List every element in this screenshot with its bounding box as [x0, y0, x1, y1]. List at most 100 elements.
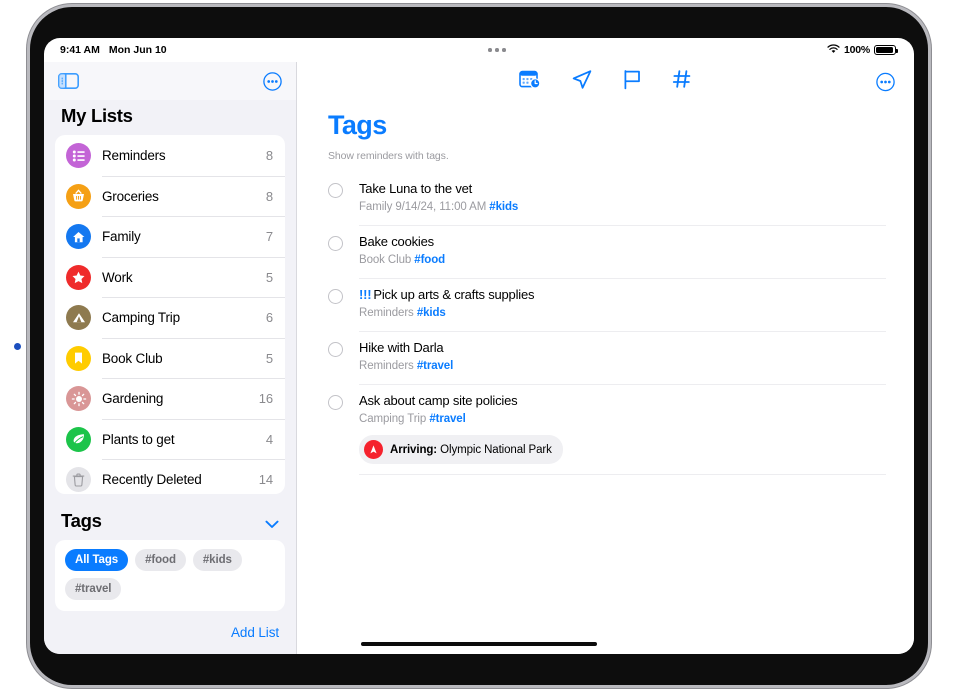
location-pin-icon	[364, 440, 383, 459]
home-indicator[interactable]	[361, 641, 597, 646]
sidebar-item-family[interactable]: Family 7	[55, 216, 285, 257]
reminder-tag[interactable]: #travel	[429, 413, 465, 425]
reminder-row[interactable]: Hike with Darla Reminders #travel	[328, 331, 886, 384]
sidebar-item-count: 14	[258, 472, 273, 488]
sidebar-item-groceries[interactable]: Groceries 8	[55, 175, 285, 217]
reminder-title: Ask about camp site policies	[359, 393, 518, 408]
reminder-tag[interactable]: #travel	[417, 360, 453, 372]
status-time: 9:41 AM	[60, 44, 100, 56]
reminder-meta: Book Club #food	[359, 253, 886, 268]
sidebar-item-label: Plants to get	[102, 431, 175, 447]
sidebar-item-label: Family	[102, 229, 141, 245]
wifi-icon	[827, 44, 840, 57]
camera-indicator-dot	[14, 343, 21, 350]
my-lists-heading: My Lists	[61, 105, 133, 127]
sidebar-item-label: Camping Trip	[102, 310, 180, 326]
reminder-row[interactable]: Ask about camp site policies Camping Tri…	[328, 384, 886, 474]
reminder-checkbox[interactable]	[328, 395, 343, 410]
bookmark-icon	[66, 345, 91, 371]
reminder-priority-marker: !!!	[359, 287, 372, 302]
sidebar-item-book-club[interactable]: Book Club 5	[55, 337, 285, 379]
sidebar-item-label: Reminders	[102, 148, 166, 164]
sidebar-more-button[interactable]	[263, 71, 282, 91]
reminder-title: Hike with Darla	[359, 340, 444, 355]
sidebar-item-count: 16	[258, 391, 273, 407]
sidebar-item-plants-to-get[interactable]: Plants to get 4	[55, 418, 285, 460]
reminder-checkbox[interactable]	[328, 236, 343, 251]
tags-card: All Tags #food #kids #travel	[55, 539, 285, 611]
tag-chip-kids[interactable]: #kids	[192, 548, 242, 571]
scheduled-calendar-icon[interactable]	[519, 69, 541, 94]
sidebar-item-count: 5	[265, 269, 273, 285]
reminder-list-name: Book Club	[359, 254, 412, 266]
sidebar-item-count: 8	[265, 148, 273, 164]
status-bar-right: 100%	[827, 44, 914, 57]
reminder-row[interactable]: Bake cookies Book Club #food	[328, 225, 886, 278]
flag-icon[interactable]	[623, 69, 642, 95]
sidebar-item-gardening[interactable]: Gardening 16	[55, 378, 285, 419]
tags-section-header[interactable]: Tags	[44, 494, 296, 540]
sidebar-toolbar	[44, 62, 296, 101]
reminder-body: !!! Pick up arts & crafts supplies Remind…	[359, 287, 886, 321]
sidebar-item-recently-deleted[interactable]: Recently Deleted 14	[55, 459, 285, 493]
sun-icon	[66, 386, 91, 412]
reminder-checkbox[interactable]	[328, 183, 343, 198]
reminder-body: Take Luna to the vet Family 9/14/24, 11:…	[359, 181, 886, 215]
tag-chip-travel[interactable]: #travel	[65, 577, 122, 600]
reminder-body: Hike with Darla Reminders #travel	[359, 340, 886, 374]
app-body: My Lists Reminders 8 Groceries 8 Family …	[44, 62, 914, 654]
reminder-row[interactable]: Take Luna to the vet Family 9/14/24, 11:…	[328, 172, 886, 225]
lists-card: Reminders 8 Groceries 8 Family 7 Work 5 …	[55, 135, 285, 494]
add-list-button[interactable]: Add List	[231, 625, 279, 640]
multitasking-dots-icon[interactable]	[488, 48, 506, 52]
page-title: Tags	[328, 110, 387, 140]
page-subtitle: Show reminders with tags.	[328, 150, 449, 162]
battery-icon	[874, 44, 899, 56]
tags-heading: Tags	[61, 509, 102, 531]
sidebar-item-count: 4	[265, 431, 273, 447]
reminder-row[interactable]: !!! Pick up arts & crafts supplies Remind…	[328, 278, 886, 331]
reminder-meta: Family 9/14/24, 11:00 AM #kids	[359, 200, 886, 215]
reminder-meta: Reminders #kids	[359, 306, 886, 321]
tent-icon	[66, 305, 91, 331]
reminder-list-name: Family	[359, 201, 393, 213]
sidebar-item-count: 8	[265, 188, 273, 204]
reminder-title: !!! Pick up arts & crafts supplies	[359, 287, 886, 303]
leaf-icon	[66, 426, 91, 452]
sidebar-item-work[interactable]: Work 5	[55, 256, 285, 298]
sidebar-item-reminders[interactable]: Reminders 8	[55, 135, 285, 176]
location-alert-label: Arriving:	[390, 443, 438, 456]
sidebar-item-label: Work	[102, 269, 133, 285]
reminder-title-text: Pick up arts & crafts supplies	[373, 287, 535, 302]
reminder-list-name: Camping Trip	[359, 413, 427, 425]
smart-list-icons	[519, 69, 692, 95]
basket-icon	[66, 183, 91, 209]
sidebar-toggle-icon[interactable]	[58, 73, 79, 90]
status-bar-left: 9:41 AM Mon Jun 10	[44, 44, 167, 56]
tag-chip-food[interactable]: #food	[135, 548, 186, 571]
location-alert-value: Olympic National Park	[440, 443, 552, 456]
reminder-title: Take Luna to the vet	[359, 181, 473, 196]
house-icon	[66, 224, 91, 250]
star-icon	[66, 264, 91, 290]
sidebar-item-label: Gardening	[102, 391, 164, 407]
sidebar-item-label: Recently Deleted	[102, 472, 202, 488]
main-more-button[interactable]	[876, 72, 895, 91]
sidebar-item-camping-trip[interactable]: Camping Trip 6	[55, 297, 285, 338]
ipad-device-frame: 9:41 AM Mon Jun 10 100% My Lists Reminde…	[14, 7, 928, 685]
chevron-down-icon[interactable]	[265, 516, 279, 529]
trash-icon	[66, 467, 91, 493]
reminder-checkbox[interactable]	[328, 342, 343, 357]
reminder-tag[interactable]: #food	[414, 254, 445, 266]
reminder-tag[interactable]: #kids	[489, 201, 518, 213]
location-arrow-icon[interactable]	[571, 69, 593, 95]
location-alert-badge[interactable]: Arriving: Olympic National Park	[359, 435, 563, 464]
reminder-tag[interactable]: #kids	[417, 307, 446, 319]
hashtag-icon[interactable]	[672, 69, 692, 94]
reminder-list-name: Reminders	[359, 307, 414, 319]
sidebar-item-count: 6	[265, 310, 273, 326]
status-date: Mon Jun 10	[108, 44, 167, 56]
main-toolbar	[297, 62, 914, 101]
tag-chip-all-tags[interactable]: All Tags	[65, 548, 129, 571]
reminder-checkbox[interactable]	[328, 289, 343, 304]
